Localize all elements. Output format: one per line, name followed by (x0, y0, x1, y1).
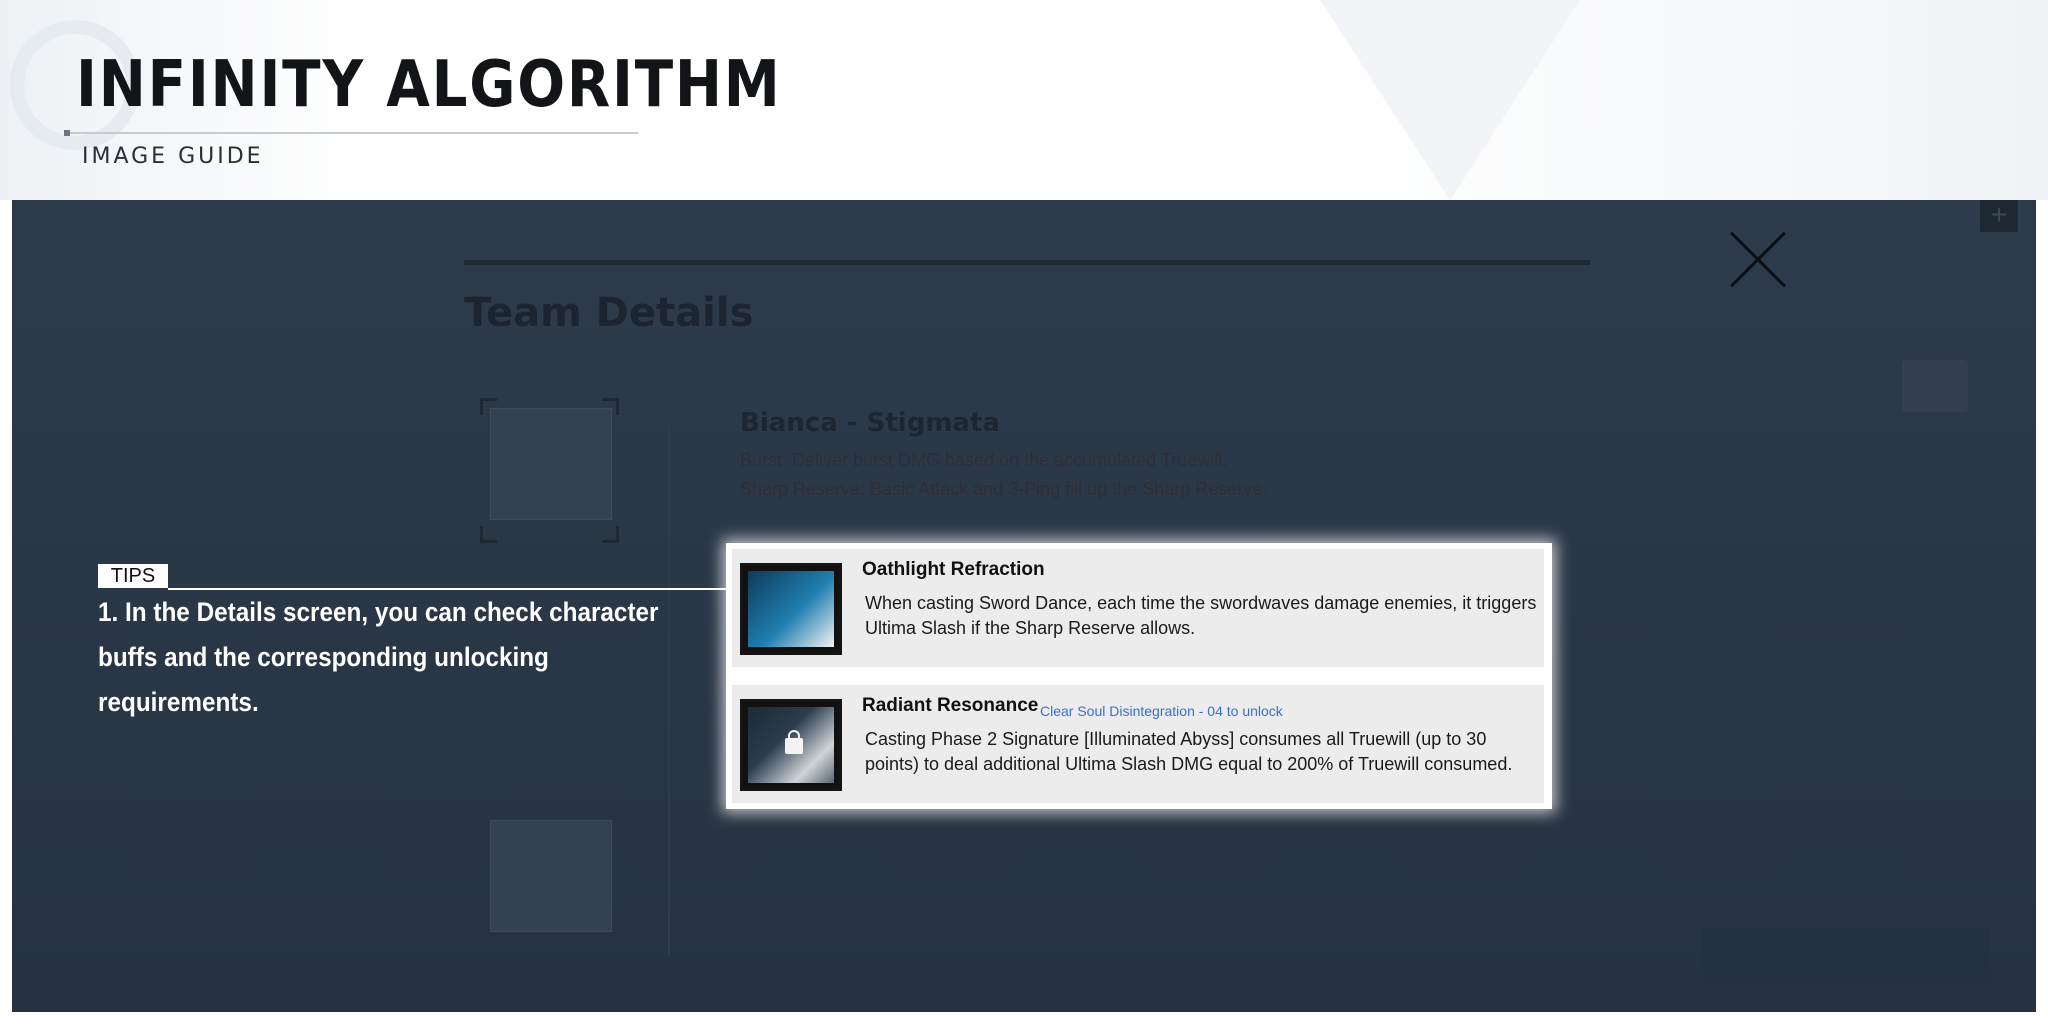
skill-row[interactable]: Radiant Resonance Clear Soul Disintegrat… (732, 685, 1544, 803)
background-desc-line: Burst: Deliver burst DMG based on the ac… (740, 450, 1228, 470)
skill-description: When casting Sword Dance, each time the … (865, 593, 1537, 638)
lock-icon (785, 730, 803, 754)
selection-bracket (480, 526, 497, 543)
background-header-line (464, 260, 1590, 265)
character-portrait[interactable] (490, 408, 612, 520)
skill-highlight-panel: Oathlight Refraction When casting Sword … (726, 543, 1552, 809)
background-team-details-heading: Team Details (464, 290, 754, 336)
background-avatar (1902, 360, 1968, 412)
background-action-button[interactable] (1702, 928, 1990, 984)
skill-name: Oathlight Refraction (862, 559, 1045, 580)
add-icon[interactable]: + (1980, 200, 2018, 232)
skill-name: Radiant Resonance (862, 695, 1039, 716)
guide-title: INFINITY ALGORITHM (76, 48, 782, 122)
radiant-burst-icon (740, 699, 842, 791)
decorative-triangle (1320, 0, 1580, 200)
character-portrait[interactable] (490, 820, 612, 932)
skill-row[interactable]: Oathlight Refraction When casting Sword … (732, 549, 1544, 667)
unlock-requirement: Clear Soul Disintegration - 04 to unlock (1040, 703, 1283, 719)
title-divider (64, 130, 638, 136)
selection-bracket (602, 526, 619, 543)
background-character-name: Bianca - Stigmata (740, 408, 1000, 438)
close-icon[interactable] (1728, 230, 1788, 290)
sword-shield-icon (740, 563, 842, 655)
background-desc-line: Sharp Reserve: Basic Attack and 3-Ping f… (740, 479, 1268, 499)
selection-bracket (480, 398, 497, 415)
tips-text: 1. In the Details screen, you can check … (98, 597, 659, 717)
selection-bracket (602, 398, 619, 415)
skill-description: Casting Phase 2 Signature [Illuminated A… (865, 729, 1513, 774)
tips-tag: TIPS (98, 564, 168, 588)
guide-subtitle: IMAGE GUIDE (82, 144, 264, 169)
